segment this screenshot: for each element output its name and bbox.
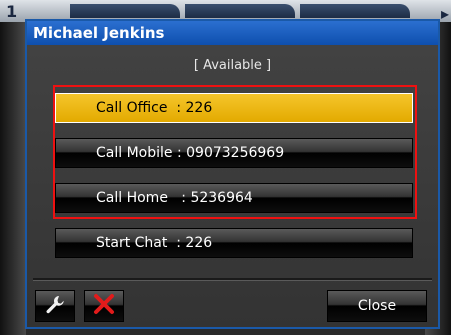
background-left-panel xyxy=(0,22,26,335)
settings-button[interactable] xyxy=(35,290,75,322)
wrench-icon xyxy=(44,294,66,319)
footer-separator xyxy=(33,278,432,281)
presence-status: [ Available ] xyxy=(193,58,272,73)
call-office-label: Call Office : 226 xyxy=(96,100,213,116)
background-tab xyxy=(300,4,410,18)
call-mobile-label: Call Mobile : 09073256969 xyxy=(96,145,285,161)
background-tab xyxy=(70,4,180,18)
background-right-icon: ▸ xyxy=(441,4,450,23)
call-mobile-button[interactable]: Call Mobile : 09073256969 xyxy=(55,138,413,168)
dialog-content: [ Available ] Call Office : 226 Call Mob… xyxy=(27,45,438,327)
contact-dialog: Michael Jenkins [ Available ] Call Offic… xyxy=(25,19,440,329)
call-home-label: Call Home : 5236964 xyxy=(96,190,253,206)
start-chat-label: Start Chat : 226 xyxy=(96,235,213,251)
dialog-title: Michael Jenkins xyxy=(27,21,438,45)
background-corner-icon: 1 xyxy=(6,2,18,21)
x-icon xyxy=(93,293,115,320)
delete-button[interactable] xyxy=(84,290,124,322)
start-chat-button[interactable]: Start Chat : 226 xyxy=(55,228,413,258)
close-button[interactable]: Close xyxy=(327,290,427,322)
call-office-button[interactable]: Call Office : 226 xyxy=(55,93,413,123)
background-tab xyxy=(185,4,295,18)
call-home-button[interactable]: Call Home : 5236964 xyxy=(55,183,413,213)
